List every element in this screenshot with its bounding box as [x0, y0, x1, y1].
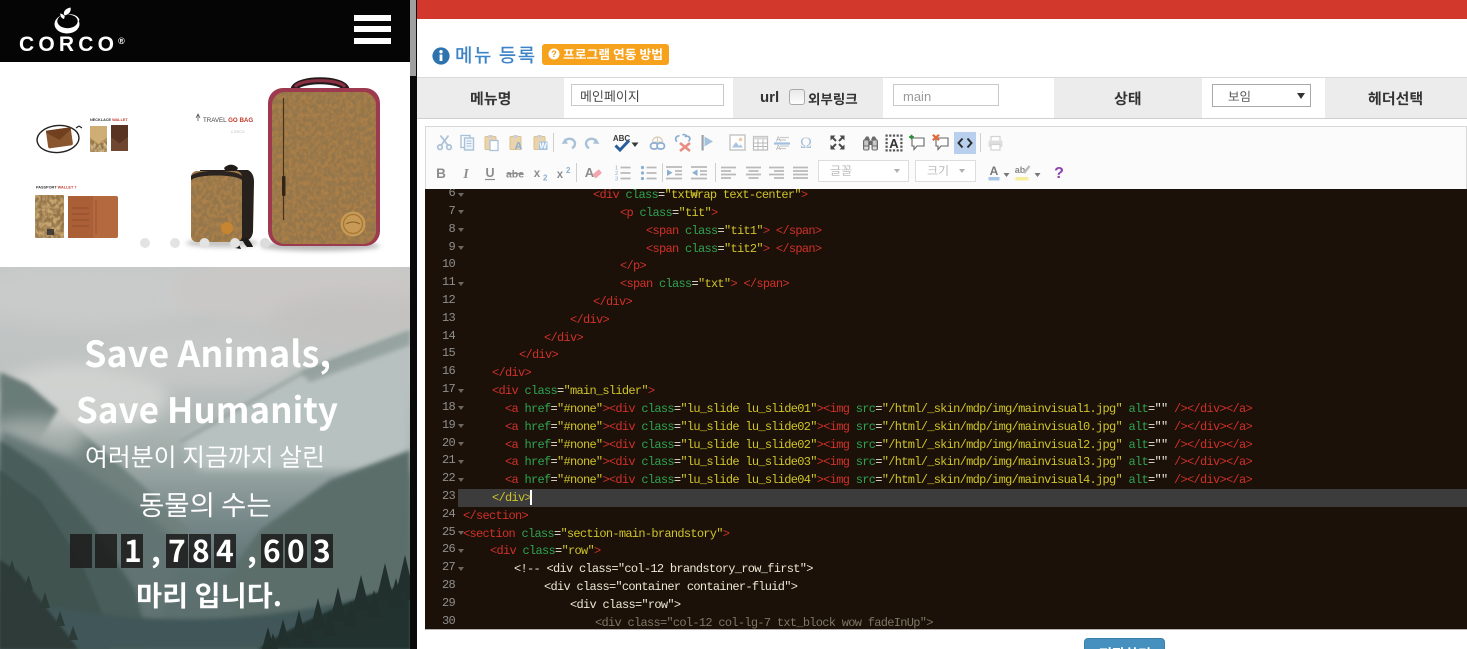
svg-text:A: A: [584, 165, 594, 180]
svg-text:U: U: [485, 166, 494, 180]
svg-text:A: A: [990, 164, 999, 178]
svg-text:NECKLACE WALLET: NECKLACE WALLET: [90, 118, 128, 122]
svg-text:I: I: [462, 166, 469, 181]
svg-text:TRAVEL GO BAG: TRAVEL GO BAG: [203, 117, 253, 124]
svg-text:x: x: [557, 169, 564, 181]
svg-text:?: ?: [1054, 165, 1064, 182]
svg-text:2: 2: [543, 173, 548, 182]
svg-text:PASSPORT WALLET 7: PASSPORT WALLET 7: [36, 186, 76, 190]
svg-text:B: B: [436, 166, 446, 181]
svg-text:A: A: [889, 136, 899, 151]
svg-text:2: 2: [566, 166, 571, 175]
svg-text:x: x: [533, 168, 540, 180]
svg-text:abe: abe: [506, 168, 524, 180]
svg-text:ab: ab: [1015, 165, 1026, 175]
svg-text:3: 3: [615, 177, 618, 183]
svg-text:Ω: Ω: [800, 135, 812, 152]
svg-text:?: ?: [551, 49, 557, 59]
svg-text:A: A: [514, 141, 522, 153]
svg-text:W: W: [539, 142, 547, 151]
svg-text:CORCO: CORCO: [231, 130, 245, 134]
